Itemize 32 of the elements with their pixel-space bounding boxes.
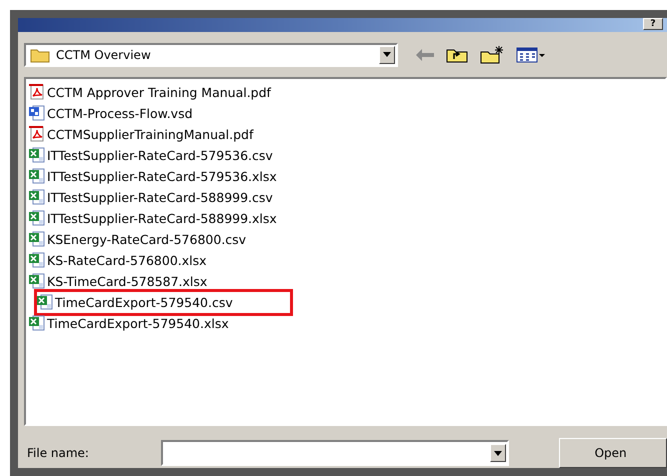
up-folder-icon[interactable] bbox=[446, 46, 468, 63]
file-item[interactable]: ITTestSupplier-RateCard-579536.xlsx bbox=[26, 166, 286, 187]
look-in-value: CCTM Overview bbox=[56, 48, 152, 62]
spreadsheet-file-icon bbox=[29, 147, 45, 164]
pdf-file-icon bbox=[29, 84, 45, 100]
spreadsheet-file-icon bbox=[29, 189, 45, 206]
file-item[interactable]: ITTestSupplier-RateCard-588999.csv bbox=[26, 186, 282, 208]
view-menu-icon[interactable] bbox=[516, 46, 546, 63]
file-item[interactable]: TimeCardExport-579540.csv bbox=[34, 288, 293, 316]
folder-icon bbox=[30, 46, 50, 63]
file-item[interactable]: CCTM Approver Training Manual.pdf bbox=[26, 82, 280, 103]
spreadsheet-file-icon bbox=[29, 315, 45, 332]
spreadsheet-file-icon bbox=[37, 294, 53, 310]
file-item[interactable]: KS-RateCard-576800.xlsx bbox=[26, 250, 216, 271]
file-item[interactable]: CCTMSupplierTrainingManual.pdf bbox=[26, 124, 262, 145]
file-item[interactable]: CCTM-Process-Flow.vsd bbox=[26, 102, 202, 124]
spreadsheet-file-icon bbox=[29, 168, 45, 184]
file-item[interactable]: ITTestSupplier-RateCard-579536.csv bbox=[26, 144, 282, 166]
visio-file-icon bbox=[29, 105, 45, 122]
spreadsheet-file-icon bbox=[29, 231, 45, 248]
file-item[interactable]: ITTestSupplier-RateCard-588999.xlsx bbox=[26, 208, 286, 229]
new-folder-icon[interactable] bbox=[480, 46, 504, 64]
look-in-dropdown[interactable]: CCTM Overview bbox=[24, 42, 398, 67]
help-button[interactable]: ? bbox=[643, 18, 663, 30]
spreadsheet-file-icon bbox=[29, 210, 45, 226]
file-name-label: File name: bbox=[26, 446, 90, 460]
file-name-field[interactable] bbox=[160, 440, 509, 466]
spreadsheet-file-icon bbox=[29, 252, 45, 268]
pdf-file-icon bbox=[29, 126, 45, 142]
file-item[interactable]: KSEnergy-RateCard-576800.csv bbox=[26, 228, 256, 250]
open-button[interactable]: Open bbox=[558, 438, 667, 468]
spreadsheet-file-icon bbox=[29, 273, 45, 290]
